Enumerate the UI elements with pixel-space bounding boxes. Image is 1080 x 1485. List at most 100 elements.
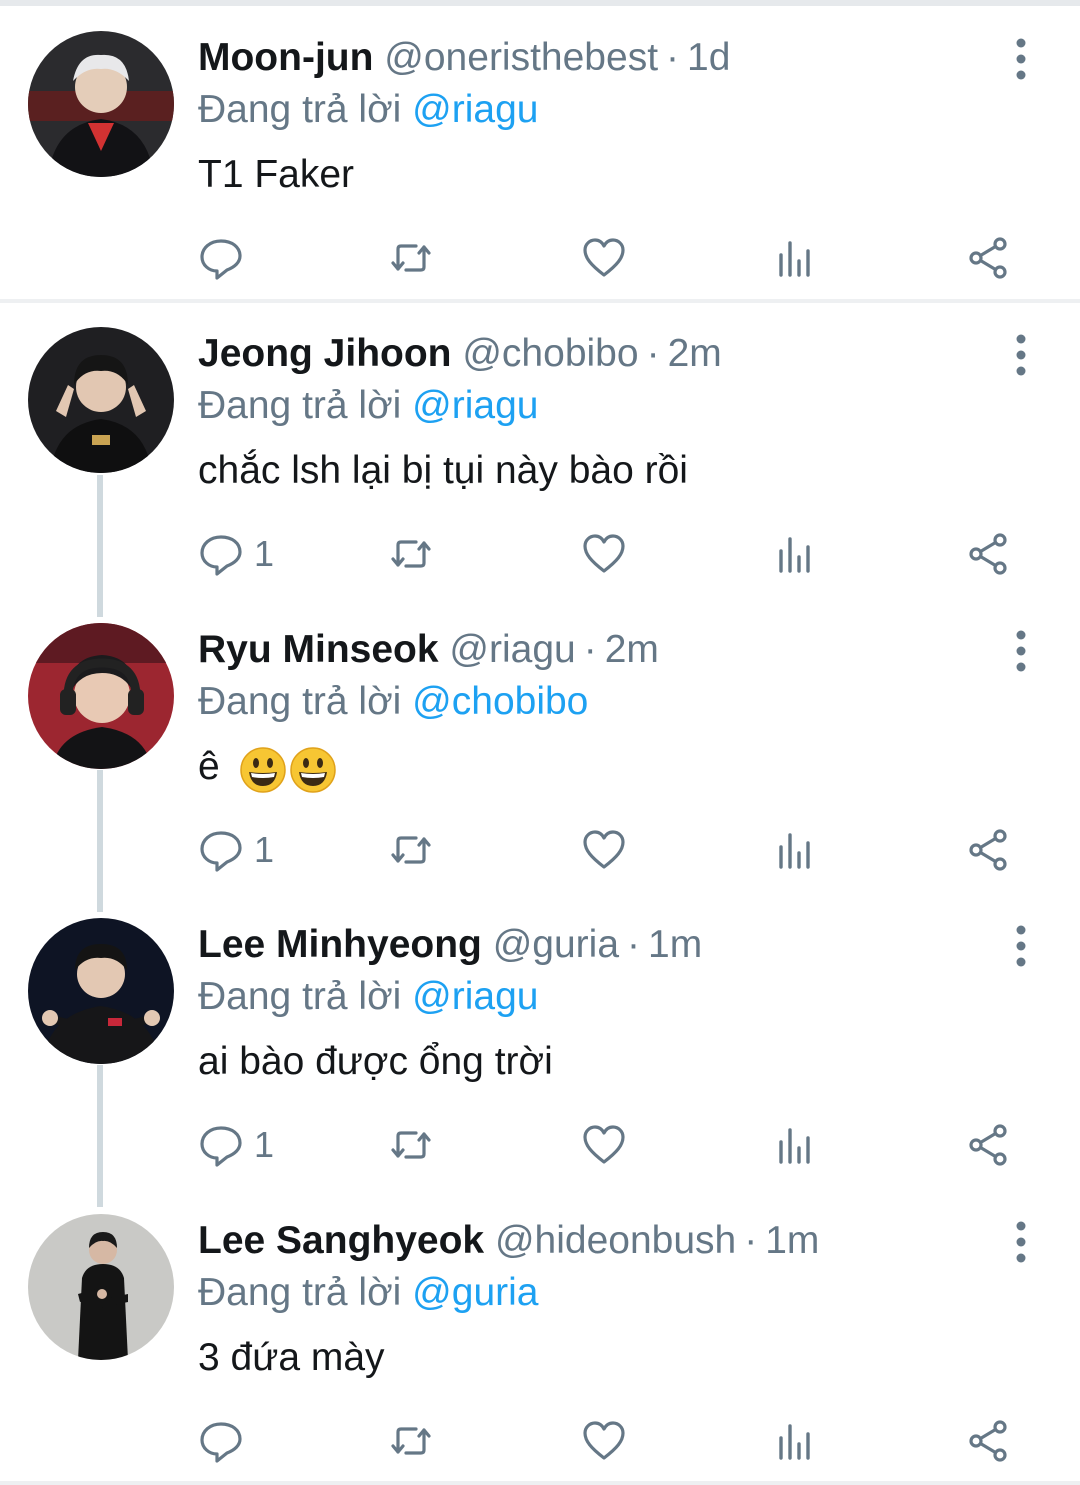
more-options-icon[interactable]	[1006, 923, 1036, 969]
replying-to-label: Đang trả lời	[198, 680, 402, 723]
like-button[interactable]	[581, 1415, 627, 1467]
mention-link[interactable]: @riagu	[412, 88, 538, 131]
bottom-divider	[0, 1481, 1080, 1485]
reply-count: 1	[254, 1124, 275, 1165]
share-icon	[969, 829, 1007, 871]
share-button[interactable]	[966, 232, 1012, 284]
like-button[interactable]	[581, 824, 627, 876]
tweet-text: ê	[198, 745, 220, 788]
replying-to: Đang trả lời @riagu	[198, 973, 538, 1021]
mention-link[interactable]: @chobibo	[412, 680, 588, 723]
mention-link[interactable]: @guria	[412, 1271, 538, 1314]
display-name[interactable]: Lee Minhyeong	[198, 923, 482, 966]
tweet-text: chắc lsh lại bị tụi này bào rồi	[198, 449, 688, 492]
analytics-button[interactable]	[773, 1119, 819, 1171]
timestamp[interactable]: 1m	[765, 1219, 819, 1262]
avatar[interactable]	[28, 31, 174, 177]
tweet[interactable]: Lee Minhyeong @guria · 1m Đang trả lời @ri…	[0, 887, 1080, 1182]
analytics-button[interactable]	[773, 528, 819, 580]
mention-link[interactable]: @riagu	[412, 975, 538, 1018]
tweet[interactable]: Lee Sanghyeok @hideonbush · 1m Đang trả lờ…	[0, 1183, 1080, 1478]
display-name[interactable]: Ryu Minseok	[198, 628, 439, 671]
analytics-icon	[779, 1424, 810, 1460]
separator-dot: ·	[646, 332, 660, 375]
reply-icon	[200, 1422, 242, 1463]
tweet-text: T1 Faker	[198, 153, 355, 196]
avatar[interactable]	[28, 327, 174, 473]
replying-to-label: Đang trả lời	[198, 384, 402, 427]
retweet-button[interactable]	[388, 1119, 434, 1171]
avatar[interactable]	[28, 623, 174, 769]
like-button[interactable]	[581, 232, 627, 284]
tweet-actions	[0, 1415, 1080, 1467]
analytics-icon	[779, 537, 810, 573]
tweet-header: Ryu Minseok @riagu · 2m	[198, 626, 659, 674]
reply-button[interactable]: 1	[198, 1119, 274, 1171]
tweet[interactable]: Moon-jun @oneristhebest · 1d Đang trả lời …	[0, 0, 1080, 295]
tweet-header: Lee Minhyeong @guria · 1m	[198, 921, 702, 969]
retweet-button[interactable]	[388, 232, 434, 284]
timestamp[interactable]: 1d	[687, 36, 730, 79]
share-icon	[969, 533, 1007, 575]
separator-dot: ·	[666, 36, 680, 79]
reply-icon	[200, 831, 242, 872]
tweet-text: ai bào được ổng trời	[198, 1040, 553, 1083]
display-name[interactable]: Moon-jun	[198, 36, 373, 79]
more-options-icon[interactable]	[1006, 332, 1036, 378]
analytics-button[interactable]	[773, 824, 819, 876]
timestamp[interactable]: 1m	[648, 923, 702, 966]
heart-icon	[583, 534, 625, 573]
tweet[interactable]: Ryu Minseok @riagu · 2m Đang trả lời @chob…	[0, 592, 1080, 887]
replying-to: Đang trả lời @chobibo	[198, 678, 588, 726]
retweet-button[interactable]	[388, 824, 434, 876]
share-button[interactable]	[966, 824, 1012, 876]
reply-icon	[200, 535, 242, 576]
share-button[interactable]	[966, 528, 1012, 580]
tweet[interactable]: Jeong Jihoon @chobibo · 2m Đang trả lời @r…	[0, 296, 1080, 591]
user-handle[interactable]: @riagu	[449, 628, 575, 671]
display-name[interactable]: Jeong Jihoon	[198, 332, 452, 375]
tweet-header: Jeong Jihoon @chobibo · 2m	[198, 330, 722, 378]
timestamp[interactable]: 2m	[668, 332, 722, 375]
tweet-actions: 1	[0, 528, 1080, 580]
share-button[interactable]	[966, 1119, 1012, 1171]
mention-link[interactable]: @riagu	[412, 384, 538, 427]
avatar[interactable]	[28, 918, 174, 1064]
share-icon	[969, 237, 1007, 279]
reply-button[interactable]	[198, 232, 254, 284]
reply-button[interactable]	[198, 1415, 254, 1467]
share-button[interactable]	[966, 1415, 1012, 1467]
tweet-header: Moon-jun @oneristhebest · 1d	[198, 34, 730, 82]
retweet-button[interactable]	[388, 528, 434, 580]
timestamp[interactable]: 2m	[605, 628, 659, 671]
user-handle[interactable]: @hideonbush	[495, 1219, 736, 1262]
more-options-icon[interactable]	[1006, 628, 1036, 674]
analytics-button[interactable]	[773, 1415, 819, 1467]
like-button[interactable]	[581, 528, 627, 580]
tweet-text-container: ê	[198, 742, 339, 793]
reply-icon	[200, 239, 242, 280]
more-options-icon[interactable]	[1006, 36, 1036, 82]
reply-button[interactable]: 1	[198, 528, 274, 580]
separator-dot: ·	[744, 1219, 758, 1262]
user-handle[interactable]: @chobibo	[462, 332, 638, 375]
retweet-icon	[391, 244, 431, 272]
like-button[interactable]	[581, 1119, 627, 1171]
replying-to: Đang trả lời @guria	[198, 1269, 538, 1317]
grinning-face-emoji	[239, 747, 286, 793]
retweet-button[interactable]	[388, 1415, 434, 1467]
more-options-icon[interactable]	[1006, 1219, 1036, 1265]
user-handle[interactable]: @oneristhebest	[384, 36, 658, 79]
tweet-actions	[0, 232, 1080, 284]
reply-button[interactable]: 1	[198, 824, 274, 876]
analytics-icon	[779, 241, 810, 277]
replying-to-label: Đang trả lời	[198, 88, 402, 131]
analytics-icon	[779, 833, 810, 869]
heart-icon	[583, 238, 625, 277]
avatar[interactable]	[28, 1214, 174, 1360]
analytics-button[interactable]	[773, 232, 819, 284]
display-name[interactable]: Lee Sanghyeok	[198, 1219, 484, 1262]
tweet-actions: 1	[0, 1119, 1080, 1171]
analytics-icon	[779, 1128, 810, 1164]
user-handle[interactable]: @guria	[493, 923, 619, 966]
